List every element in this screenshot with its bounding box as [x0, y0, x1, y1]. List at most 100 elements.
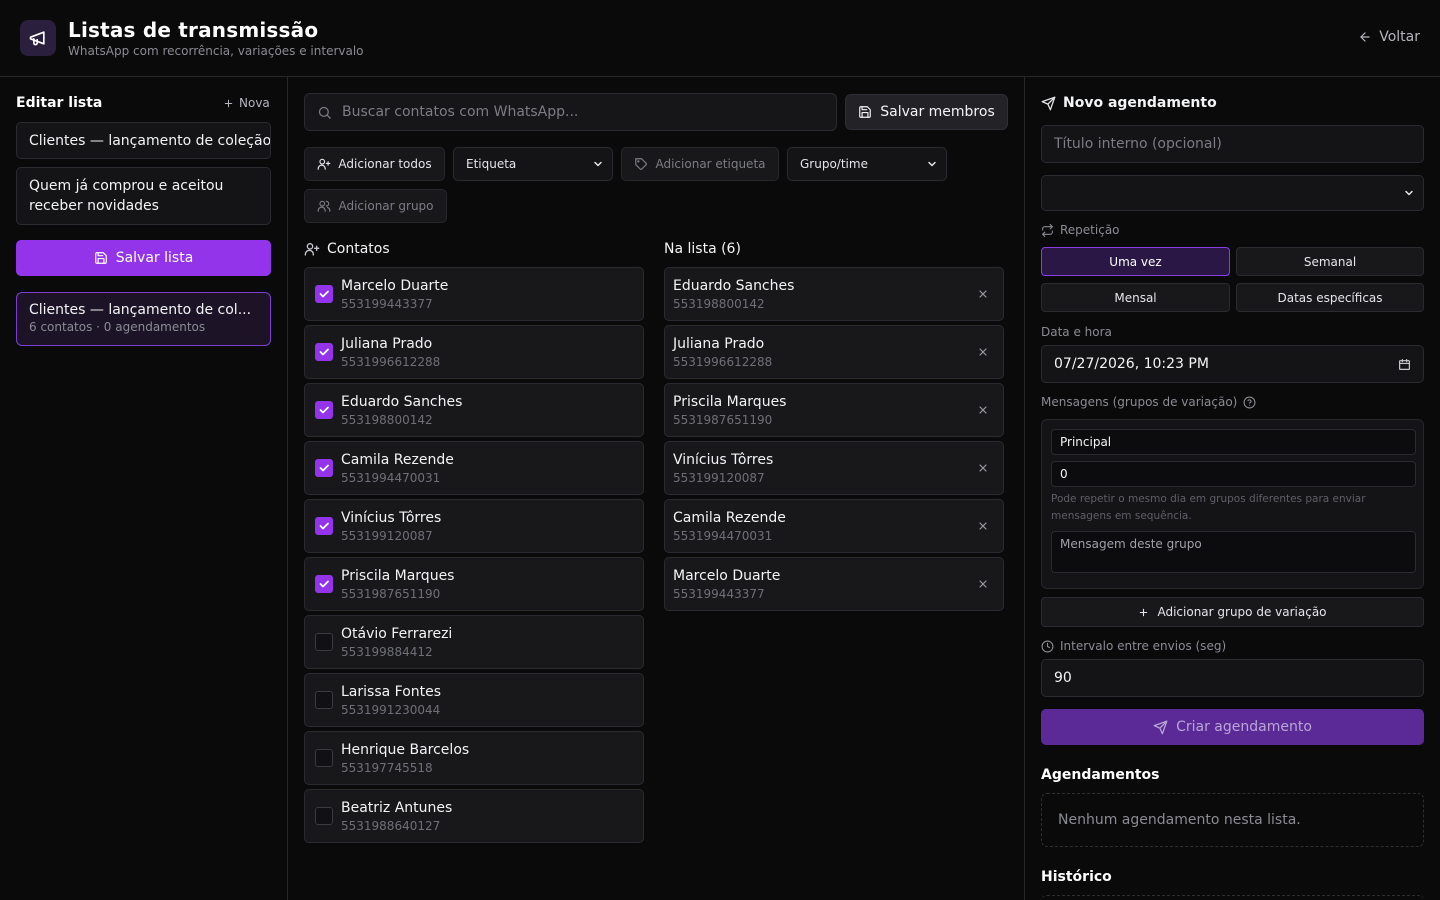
contact-checkbox[interactable]	[315, 517, 333, 535]
list-item[interactable]: Clientes — lançamento de col... 6 contat…	[16, 292, 271, 346]
repeat-option-specific-dates[interactable]: Datas específicas	[1236, 283, 1424, 312]
list-name-input[interactable]: Clientes — lançamento de coleção	[16, 122, 271, 159]
remove-member-button[interactable]	[977, 288, 989, 300]
create-schedule-button[interactable]: Criar agendamento	[1041, 709, 1424, 745]
contact-row[interactable]: Juliana Prado 5531996612288	[304, 325, 644, 379]
repeat-option-weekly[interactable]: Semanal	[1236, 247, 1424, 276]
template-select[interactable]	[1041, 175, 1424, 211]
contact-checkbox[interactable]	[315, 459, 333, 477]
add-all-button[interactable]: Adicionar todos	[304, 147, 445, 181]
check-icon	[319, 464, 329, 472]
repeat-icon	[1042, 223, 1053, 237]
member-name: Camila Rezende	[673, 510, 786, 526]
group-name-input[interactable]: Principal	[1051, 429, 1416, 455]
group-select[interactable]: Grupo/time	[787, 147, 947, 181]
contact-checkbox[interactable]	[315, 691, 333, 709]
member-phone: 5531994470031	[673, 529, 773, 543]
check-icon	[319, 406, 329, 414]
group-message-input[interactable]: Mensagem deste grupo	[1051, 531, 1416, 573]
contacts-title: Contatos	[327, 241, 390, 257]
remove-member-button[interactable]	[977, 404, 989, 416]
member-name: Marcelo Duarte	[673, 568, 781, 584]
contact-name: Otávio Ferrarezi	[341, 626, 453, 642]
add-all-label: Adicionar todos	[338, 157, 432, 171]
schedule-title-input[interactable]: Título interno (opcional)	[1041, 125, 1424, 163]
close-icon	[979, 406, 987, 414]
repeat-option-once[interactable]: Uma vez	[1041, 247, 1230, 276]
send-icon	[1041, 96, 1056, 110]
interval-input[interactable]: 90	[1041, 659, 1424, 697]
check-icon	[319, 580, 329, 588]
contact-row[interactable]: Larissa Fontes 5531991230044	[304, 673, 644, 727]
contact-checkbox[interactable]	[315, 633, 333, 651]
add-tag-button[interactable]: Adicionar etiqueta	[621, 147, 779, 181]
tag-select-value: Etiqueta	[466, 157, 517, 171]
remove-member-button[interactable]	[977, 520, 989, 532]
group-day-input[interactable]: 0	[1051, 461, 1416, 487]
new-list-button[interactable]: Nova	[223, 96, 270, 110]
remove-member-button[interactable]	[977, 462, 989, 474]
new-list-label: Nova	[239, 96, 270, 110]
messages-label-text: Mensagens (grupos de variação)	[1041, 395, 1238, 409]
close-icon	[979, 522, 987, 530]
contact-checkbox[interactable]	[315, 343, 333, 361]
save-members-button[interactable]: Salvar membros	[845, 94, 1008, 130]
contact-name: Camila Rezende	[341, 452, 454, 468]
member-name: Juliana Prado	[673, 336, 765, 352]
save-list-button[interactable]: Salvar lista	[16, 240, 271, 276]
page-title: Listas de transmissão	[68, 18, 319, 42]
users-icon	[318, 200, 331, 212]
member-phone: 553198800142	[673, 297, 765, 311]
member-row: Marcelo Duarte 553199443377	[664, 557, 1004, 611]
contact-checkbox[interactable]	[315, 285, 333, 303]
user-plus-icon	[317, 158, 331, 170]
member-row: Priscila Marques 5531987651190	[664, 383, 1004, 437]
add-group-button[interactable]: Adicionar grupo	[304, 189, 447, 223]
contact-checkbox[interactable]	[315, 749, 333, 767]
contact-row[interactable]: Camila Rezende 5531994470031	[304, 441, 644, 495]
contact-row[interactable]: Henrique Barcelos 553197745518	[304, 731, 644, 785]
close-icon	[979, 580, 987, 588]
back-label: Voltar	[1379, 29, 1420, 45]
contact-checkbox[interactable]	[315, 807, 333, 825]
remove-member-button[interactable]	[977, 346, 989, 358]
group-select-value: Grupo/time	[800, 157, 868, 171]
tag-icon	[635, 158, 648, 170]
user-plus-icon	[304, 243, 320, 256]
interval-label-text: Intervalo entre envios (seg)	[1060, 639, 1227, 653]
list-description-input[interactable]: Quem já comprou e aceitou receber novida…	[16, 167, 271, 225]
contact-row[interactable]: Priscila Marques 5531987651190	[304, 557, 644, 611]
repeat-label-text: Repetição	[1060, 223, 1120, 237]
contact-checkbox[interactable]	[315, 575, 333, 593]
help-circle-icon[interactable]	[1243, 396, 1256, 409]
member-row: Vinícius Tôrres 553199120087	[664, 441, 1004, 495]
history-title: Histórico	[1041, 869, 1112, 885]
schedules-title: Agendamentos	[1041, 767, 1160, 783]
contact-checkbox[interactable]	[315, 401, 333, 419]
search-icon	[318, 106, 331, 119]
contact-search-input[interactable]: Buscar contatos com WhatsApp...	[304, 93, 837, 131]
contact-phone: 5531994470031	[341, 471, 441, 485]
contacts-heading: Contatos	[304, 241, 390, 257]
contact-name: Eduardo Sanches	[341, 394, 463, 410]
contact-row[interactable]: Eduardo Sanches 553198800142	[304, 383, 644, 437]
contact-row[interactable]: Marcelo Duarte 553199443377	[304, 267, 644, 321]
check-icon	[319, 522, 329, 530]
member-name: Vinícius Tôrres	[673, 452, 774, 468]
member-phone: 5531996612288	[673, 355, 773, 369]
contact-name: Henrique Barcelos	[341, 742, 470, 758]
contact-row[interactable]: Beatriz Antunes 5531988640127	[304, 789, 644, 843]
back-button[interactable]: Voltar	[1358, 29, 1420, 45]
tag-select[interactable]: Etiqueta	[453, 147, 613, 181]
calendar-icon[interactable]	[1398, 358, 1411, 371]
contact-row[interactable]: Vinícius Tôrres 553199120087	[304, 499, 644, 553]
add-variation-button[interactable]: Adicionar grupo de variação	[1041, 597, 1424, 627]
save-members-label: Salvar membros	[880, 104, 995, 120]
history-box	[1041, 895, 1424, 900]
contact-phone: 5531988640127	[341, 819, 441, 833]
remove-member-button[interactable]	[977, 578, 989, 590]
repeat-label: Repetição	[1041, 223, 1120, 237]
contact-row[interactable]: Otávio Ferrarezi 553199884412	[304, 615, 644, 669]
repeat-option-monthly[interactable]: Mensal	[1041, 283, 1230, 312]
datetime-input[interactable]: 07/27/2026, 10:23 PM	[1041, 345, 1424, 383]
